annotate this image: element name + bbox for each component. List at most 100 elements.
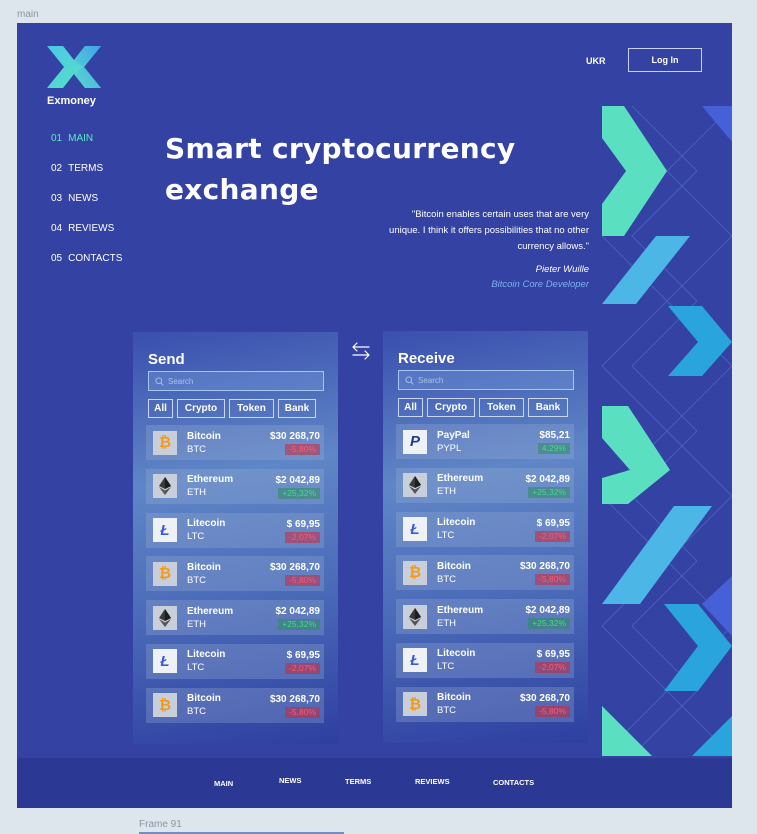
footer-link-main[interactable]: MAIN [214, 779, 233, 788]
bitcoin-icon: ₿ [153, 430, 177, 455]
currency-row[interactable]: Ł Litecoin LTC $ 69,95 -2,07% [146, 512, 324, 548]
currency-symbol: BTC [437, 573, 456, 585]
currency-name: Ethereum [437, 473, 484, 485]
currency-values: $2 042,89 +25,32% [276, 474, 320, 499]
login-button[interactable]: Log In [628, 48, 702, 72]
nav-item-main[interactable]: 01 MAIN [51, 133, 122, 163]
currency-name: Litecoin [187, 649, 226, 661]
footer-link-news[interactable]: NEWS [279, 776, 302, 785]
currency-values: $2 042,89 +25,32% [525, 604, 571, 630]
nav-number: 01 [51, 133, 63, 144]
currency-price: $2 042,89 [275, 606, 321, 618]
currency-name: Bitcoin [187, 430, 221, 442]
footer-link-reviews[interactable]: REVIEWS [415, 777, 450, 786]
litecoin-icon: Ł [403, 648, 427, 673]
currency-row[interactable]: ₿ Bitcoin BTC $30 268,70 -5,80% [396, 555, 574, 591]
filter-crypto[interactable]: Crypto [177, 399, 225, 418]
filter-bank[interactable]: Bank [528, 398, 568, 417]
brand-logo[interactable]: Exmoney [47, 46, 103, 107]
paypal-icon: P [403, 429, 427, 454]
filter-bank[interactable]: Bank [278, 399, 316, 418]
currency-values: $ 69,95 -2,07% [285, 649, 320, 674]
nav-label: NEWS [68, 193, 99, 204]
currency-row[interactable]: Ethereum ETH $2 042,89 +25,32% [396, 467, 574, 503]
receive-title: Receive [398, 350, 455, 367]
currency-row[interactable]: Ethereum ETH $2 042,89 +25,32% [146, 600, 324, 636]
nav-item-contacts[interactable]: 05 CONTACTS [51, 253, 122, 283]
nav-item-news[interactable]: 03 NEWS [51, 193, 122, 223]
currency-symbol: PYPL [437, 442, 462, 454]
search-icon [405, 375, 414, 385]
hero-quote: "Bitcoin enables certain uses that are v… [337, 207, 589, 255]
currency-price: $85,21 [539, 430, 570, 441]
currency-row[interactable]: ₿ Bitcoin BTC $30 268,70 -5,80% [146, 425, 324, 460]
currency-row[interactable]: Ł Litecoin LTC $ 69,95 -2,07% [146, 643, 324, 679]
search-placeholder: Search [418, 375, 444, 385]
currency-symbol: BTC [187, 443, 206, 455]
filter-all[interactable]: All [398, 398, 423, 417]
currency-values: $30 268,70 -5,80% [270, 693, 320, 718]
filter-token[interactable]: Token [479, 398, 524, 417]
filter-token[interactable]: Token [229, 399, 274, 418]
hero-title-line: Smart cryptocurrency [165, 132, 516, 165]
currency-price: $ 69,95 [286, 649, 320, 661]
send-currency-list: ₿ Bitcoin BTC $30 268,70 -5,80% Ethereum ETH $2… [146, 425, 324, 732]
currency-symbol: ETH [187, 618, 206, 630]
currency-symbol: BTC [187, 706, 206, 718]
quote-line: "Bitcoin enables certain uses that are v… [411, 209, 589, 220]
currency-price: $30 268,70 [519, 692, 570, 704]
currency-price: $2 042,89 [525, 605, 571, 617]
currency-name: Litecoin [437, 648, 476, 660]
currency-row[interactable]: Ethereum ETH $2 042,89 +25,32% [396, 599, 574, 635]
next-frame-label: Frame 91 [139, 819, 182, 830]
currency-names: Litecoin LTC [437, 647, 475, 673]
receive-filters: All Crypto Token Bank [398, 398, 568, 417]
currency-row[interactable]: Ethereum ETH $2 042,89 +25,32% [146, 468, 324, 504]
currency-change-badge: 4,29% [537, 443, 570, 454]
currency-row[interactable]: ₿ Bitcoin BTC $30 268,70 -5,80% [146, 556, 324, 592]
language-switch[interactable]: UKR [586, 56, 606, 66]
nav-number: 03 [51, 193, 63, 204]
currency-values: $ 69,95 -2,07% [535, 648, 570, 673]
currency-values: $30 268,70 -5,80% [520, 692, 570, 717]
currency-change-badge: -5,80% [535, 705, 570, 717]
bitcoin-icon: ₿ [403, 560, 427, 585]
filter-all[interactable]: All [148, 399, 173, 418]
page-frame: Exmoney UKR Log In 01 MAIN 02 TERMS 03 NEWS… [17, 23, 732, 808]
footer-link-contacts[interactable]: CONTACTS [493, 778, 534, 787]
currency-price: $2 042,89 [525, 473, 571, 485]
swap-arrows-icon[interactable] [351, 341, 371, 361]
currency-values: $30 268,70 -5,80% [270, 430, 320, 455]
currency-values: $85,21 4,29% [537, 429, 570, 454]
nav-item-terms[interactable]: 02 TERMS [51, 163, 122, 193]
send-search-input[interactable]: Search [148, 371, 324, 391]
nav-item-reviews[interactable]: 04 REVIEWS [51, 223, 122, 253]
receive-search-input[interactable]: Search [398, 370, 574, 390]
currency-change-badge: -5,80% [285, 575, 320, 587]
quote-line: currency allows." [517, 241, 589, 252]
nav-number: 04 [51, 223, 63, 234]
currency-row[interactable]: P PayPal PYPL $85,21 4,29% [396, 424, 574, 459]
filter-crypto[interactable]: Crypto [427, 398, 475, 417]
currency-symbol: LTC [187, 531, 205, 543]
ethereum-icon [403, 473, 427, 498]
currency-symbol: BTC [187, 574, 206, 586]
ethereum-icon [403, 604, 427, 629]
currency-names: Bitcoin BTC [187, 430, 221, 456]
quote-author-role: Bitcoin Core Developer [491, 279, 589, 290]
currency-values: $ 69,95 -2,07% [285, 518, 320, 543]
currency-row[interactable]: ₿ Bitcoin BTC $30 268,70 -5,80% [146, 687, 324, 723]
exmoney-logo-icon [47, 46, 101, 88]
currency-row[interactable]: Ł Litecoin LTC $ 69,95 -2,07% [396, 511, 574, 547]
currency-name: Bitcoin [437, 560, 471, 572]
currency-names: Bitcoin BTC [187, 561, 221, 587]
currency-change-badge: -5,80% [285, 444, 320, 455]
footer-link-terms[interactable]: TERMS [345, 777, 371, 786]
currency-change-badge: +25,32% [278, 619, 320, 631]
currency-row[interactable]: ₿ Bitcoin BTC $30 268,70 -5,80% [396, 686, 574, 722]
currency-name: Bitcoin [187, 693, 221, 705]
currency-symbol: ETH [187, 487, 206, 499]
ethereum-icon [153, 605, 177, 630]
currency-row[interactable]: Ł Litecoin LTC $ 69,95 -2,07% [396, 642, 574, 678]
currency-names: Ethereum ETH [437, 472, 483, 498]
